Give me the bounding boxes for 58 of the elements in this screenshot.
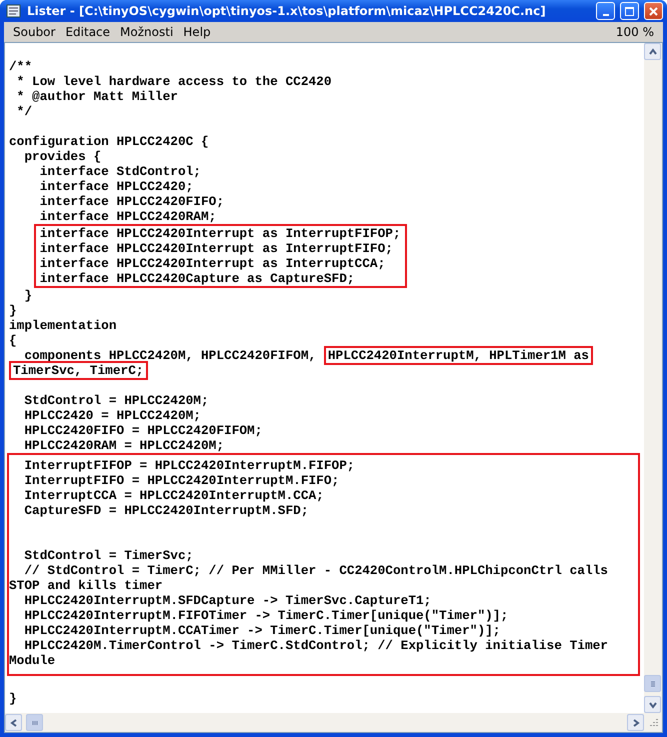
scrollbar-thumb[interactable]: [644, 675, 661, 692]
highlighted-code: HPLCC2420InterruptM, HPLTimer1M as: [324, 346, 593, 365]
code-line: interface HPLCC2420RAM;: [38, 209, 218, 224]
menu-item[interactable]: Help: [178, 25, 216, 39]
code-line: }: [9, 303, 18, 318]
code-line: {: [9, 333, 18, 348]
code-line: STOP and kills timer: [9, 578, 164, 593]
close-button[interactable]: [644, 2, 663, 20]
code-line: interface StdControl;: [38, 164, 202, 179]
maximize-icon: [625, 6, 634, 16]
code-line: HPLCC2420InterruptM.FIFOTimer -> TimerC.Timer[unique("Timer")];: [23, 608, 510, 623]
code-line: }: [9, 691, 18, 706]
code-line: HPLCC2420InterruptM.CCATimer -> TimerC.Timer[unique("Timer")];: [23, 623, 502, 638]
app-icon: [6, 4, 22, 18]
scroll-up-button[interactable]: [644, 43, 661, 60]
code-line: InterruptFIFO = HPLCC2420InterruptM.FIFO;: [23, 473, 340, 488]
code-line: provides {: [23, 149, 102, 164]
scroll-left-button[interactable]: [5, 714, 22, 731]
scrollbar-thumb[interactable]: [26, 714, 43, 731]
code-line: interface HPLCC2420Interrupt as InterruptFIFO;: [40, 241, 394, 256]
highlighted-code: TimerSvc, TimerC;: [9, 361, 148, 380]
code-line: InterruptCCA = HPLCC2420InterruptM.CCA;: [23, 488, 325, 503]
size-grip-icon: [648, 718, 658, 728]
code-line: HPLCC2420FIFO = HPLCC2420FIFOM;: [23, 423, 264, 438]
code-line: Module: [9, 653, 56, 668]
code-line: /**: [9, 59, 34, 74]
scroll-down-button[interactable]: [644, 696, 661, 713]
code-line: StdControl = TimerSvc;: [23, 548, 194, 563]
code-line: interface HPLCC2420;: [38, 179, 194, 194]
close-icon: [649, 6, 658, 16]
maximize-button[interactable]: [620, 2, 639, 20]
menu-item[interactable]: Editace: [60, 25, 116, 39]
code-line: // StdControl = TimerC; // Per MMiller - CC2420ControlM.HPLChipconCtrl calls: [23, 563, 609, 578]
code-line: interface HPLCC2420Capture as CaptureSFD;: [40, 271, 356, 286]
code-text: components HPLCC2420M, HPLCC2420FIFOM,: [23, 348, 318, 363]
zoom-level: 100 %: [614, 25, 655, 39]
code-line: }: [23, 288, 34, 303]
code-line: HPLCC2420InterruptM.SFDCapture -> TimerSvc.CaptureT1;: [23, 593, 432, 608]
code-line: CaptureSFD = HPLCC2420InterruptM.SFD;: [23, 503, 310, 518]
window-title: Lister - [C:\tinyOS\cygwin\opt\tinyos-1.x\tos\platform\micaz\HPLCC2420C.nc]: [27, 4, 546, 18]
code-line: interface HPLCC2420Interrupt as InterruptCCA;: [40, 256, 386, 271]
scroll-right-button[interactable]: [627, 714, 644, 731]
code-line: implementation: [9, 318, 118, 333]
menu-item[interactable]: Soubor: [8, 25, 60, 39]
minimize-button[interactable]: [596, 2, 615, 20]
code-line: */: [16, 104, 34, 119]
code-line: HPLCC2420 = HPLCC2420M;: [23, 408, 202, 423]
code-line: StdControl = HPLCC2420M;: [23, 393, 210, 408]
code-line: interface HPLCC2420FIFO;: [38, 194, 226, 209]
code-line: HPLCC2420M.TimerControl -> TimerC.StdControl; // Explicitly initialise Timer: [23, 638, 609, 653]
minimize-icon: [602, 14, 608, 16]
code-line: HPLCC2420RAM = HPLCC2420M;: [23, 438, 226, 453]
menu-item[interactable]: Možnosti: [115, 25, 178, 39]
code-line: * Low level hardware access to the CC2420: [16, 74, 333, 89]
code-line: InterruptFIFOP = HPLCC2420InterruptM.FIFOP;: [23, 458, 356, 473]
code-line: interface HPLCC2420Interrupt as InterruptFIFOP;: [40, 226, 401, 241]
code-line: * @author Matt Miller: [16, 89, 179, 104]
code-line: configuration HPLCC2420C {: [9, 134, 210, 149]
